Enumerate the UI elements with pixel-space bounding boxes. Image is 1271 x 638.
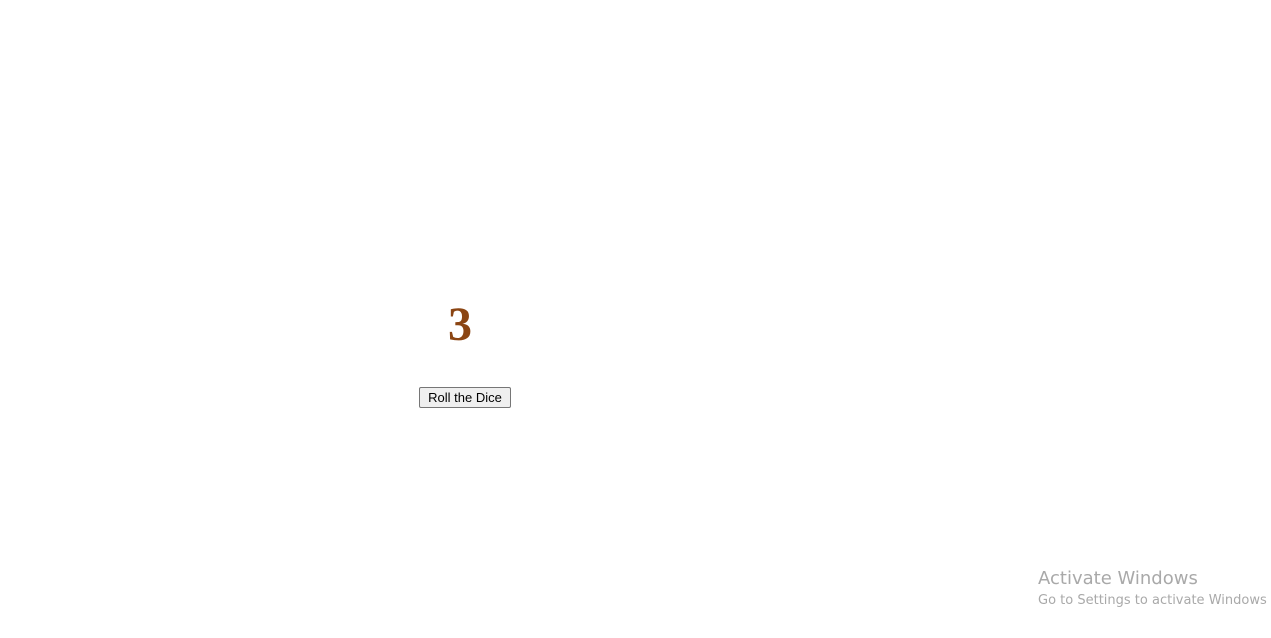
watermark-subtitle: Go to Settings to activate Windows (1038, 593, 1267, 608)
watermark-title: Activate Windows (1038, 568, 1198, 589)
roll-dice-button[interactable]: Roll the Dice (419, 387, 511, 408)
activation-watermark: Activate Windows Go to Settings to activ… (1038, 567, 1267, 611)
dice-result: 3 (448, 298, 472, 351)
